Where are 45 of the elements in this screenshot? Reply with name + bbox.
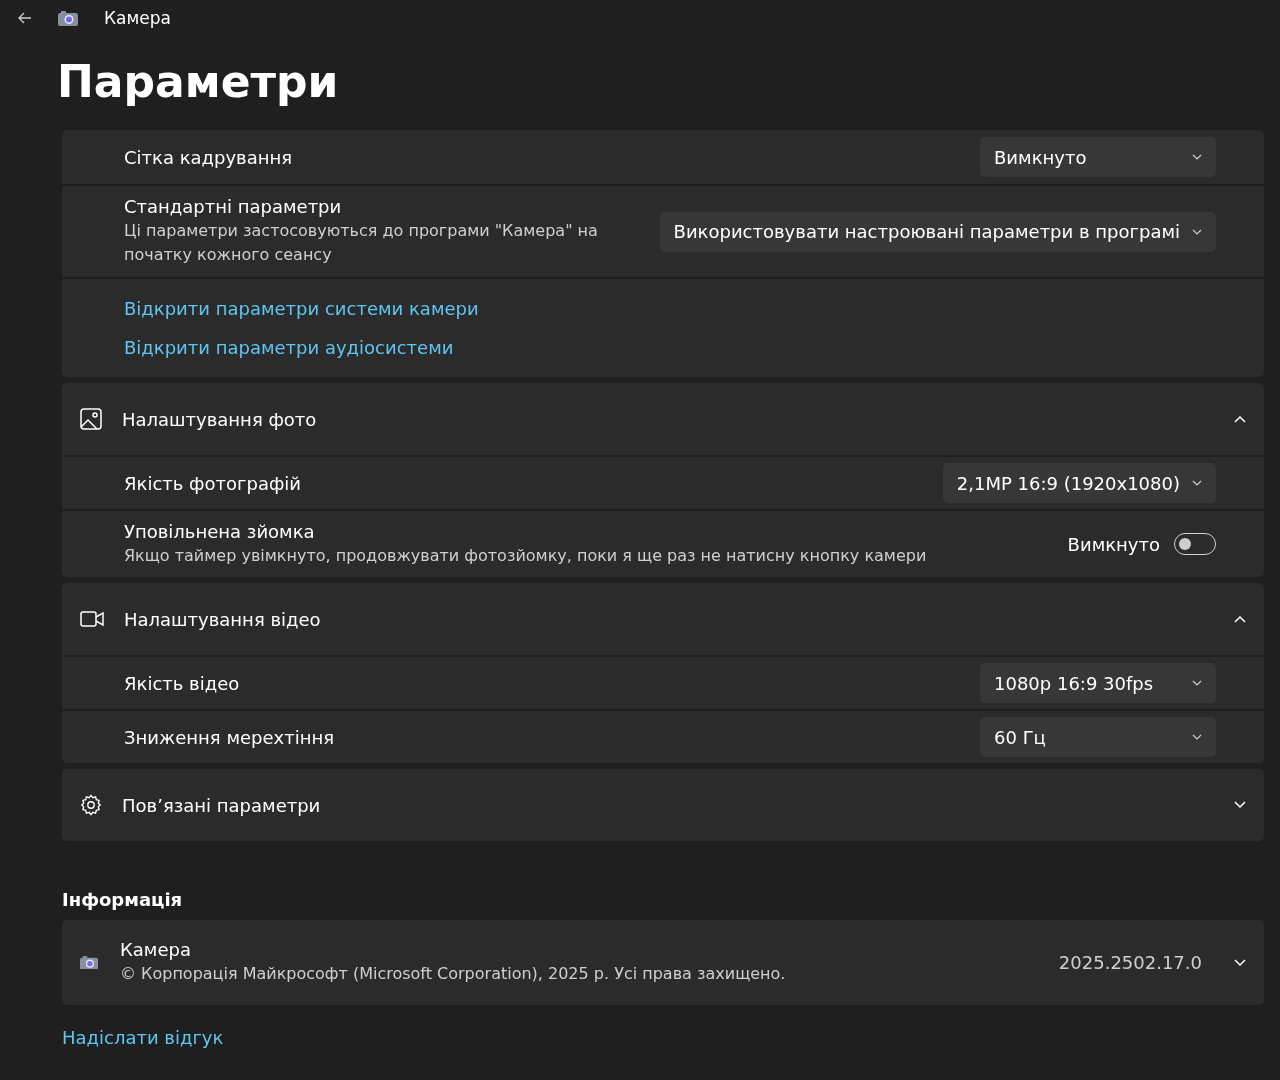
chevron-down-icon [1192, 734, 1202, 740]
camera-icon [58, 10, 78, 26]
chevron-down-icon [1192, 154, 1202, 160]
setting-label: Сітка кадрування [124, 146, 294, 168]
section-title: Налаштування відео [124, 608, 322, 630]
copyright-text: © Корпорація Майкрософт (Microsoft Corporation), 2025 р. Усі права захищено. [120, 963, 787, 985]
chevron-down-icon [1192, 680, 1202, 686]
setting-label: Стандартні параметри [124, 196, 343, 217]
image-icon [80, 408, 102, 430]
expand-toggle[interactable] [1234, 958, 1246, 967]
setting-label: Зниження мерехтіння [124, 726, 336, 748]
dropdown[interactable]: Вимкнуто [980, 137, 1216, 177]
dropdown[interactable]: 1080p 16:9 30fps [980, 663, 1216, 703]
expand-toggle[interactable] [1234, 801, 1246, 809]
app-name: Камера [120, 939, 192, 960]
settings-icon [80, 794, 102, 816]
version-text: 2025.2502.17.0 [1058, 952, 1202, 973]
chevron-up-icon [1234, 415, 1246, 423]
dropdown[interactable]: 60 Гц [980, 717, 1216, 757]
chevron-down-icon [1234, 958, 1246, 967]
back-arrow-icon[interactable] [18, 12, 32, 24]
feedback-link[interactable]: Надіслати відгук [62, 1027, 1264, 1048]
section-title: Налаштування фото [122, 408, 318, 430]
chevron-down-icon [1234, 801, 1246, 809]
page-title: Параметри [57, 60, 340, 104]
app-title: Камера [104, 8, 171, 28]
chevron-down-icon [1192, 480, 1202, 486]
dropdown[interactable]: 2,1MP 16:9 (1920x1080) [942, 463, 1216, 503]
setting-description: Ці параметри застосовуються до програми "Камера" на початку кожного сеансу [124, 220, 599, 266]
setting-label: Якість відео [124, 672, 241, 694]
settings-link[interactable]: Відкрити параметри аудіосистеми [124, 337, 479, 358]
setting-description: Якщо таймер увімкнуто, продовжувати фотозйомку, поки я ще раз не натисну кнопку камери [124, 544, 928, 567]
camera-icon [80, 955, 98, 970]
expand-toggle[interactable] [1234, 615, 1246, 623]
section-title: Пов’язані параметри [122, 794, 322, 816]
dropdown[interactable]: Використовувати настроювані параметри в програмі [659, 211, 1216, 252]
settings-link[interactable]: Відкрити параметри системи камери [124, 298, 479, 319]
section-heading: Інформація [62, 889, 184, 910]
setting-label: Якість фотографій [124, 472, 302, 494]
chevron-down-icon [1192, 228, 1202, 235]
video-camera-icon [80, 610, 104, 628]
toggle-state-text: Вимкнуто [1067, 533, 1160, 555]
expand-toggle[interactable] [1234, 415, 1246, 423]
setting-label: Уповільнена зйомка [124, 520, 316, 542]
chevron-up-icon [1234, 615, 1246, 623]
